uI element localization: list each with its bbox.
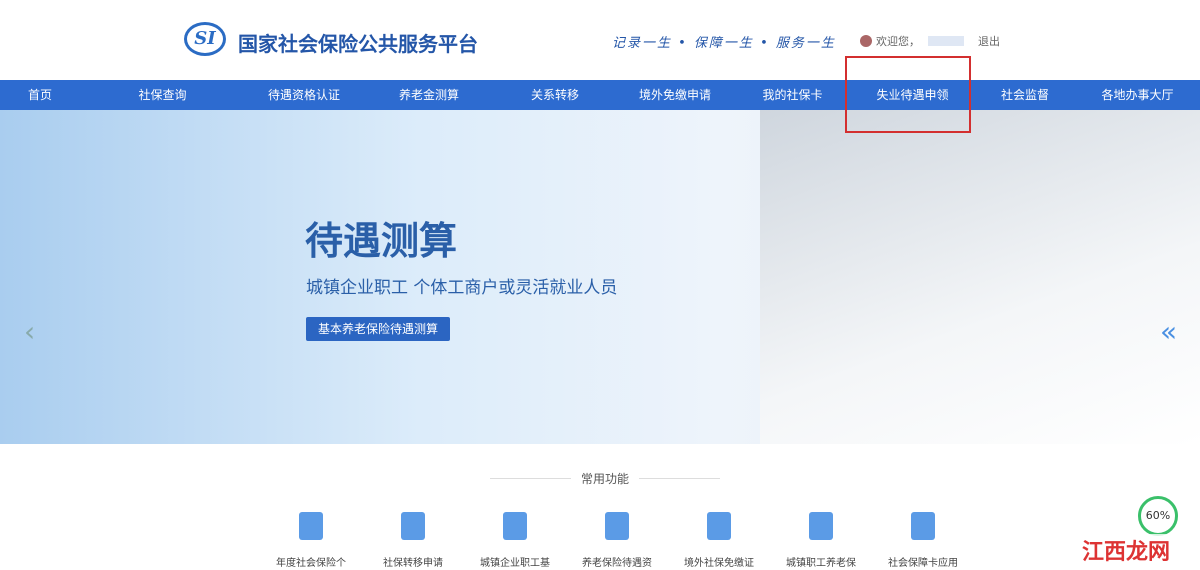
site-logo[interactable]: SI <box>184 22 226 56</box>
site-title[interactable]: 国家社会保险公共服务平台 <box>238 28 478 57</box>
form-edit-icon <box>401 512 425 540</box>
nav-home[interactable]: 首页 <box>0 80 80 110</box>
banner-image <box>760 110 1200 444</box>
func-item[interactable]: 城镇企业职工基 <box>464 512 566 569</box>
id-card-icon <box>503 512 527 540</box>
common-functions-title: 常用功能 <box>570 472 639 486</box>
banner-subtitle: 城镇企业职工 个体工商户或灵活就业人员 <box>306 278 618 298</box>
func-label: 养老保险待遇资 <box>582 558 652 569</box>
nav-service-halls[interactable]: 各地办事大厅 <box>1075 80 1200 110</box>
func-label: 城镇企业职工基 <box>480 558 550 569</box>
func-item[interactable]: 社会保障卡应用 <box>872 512 974 569</box>
user-info: 欢迎您， <box>860 33 964 49</box>
func-item[interactable]: 城镇职工养老保 <box>770 512 872 569</box>
clipboard-icon <box>707 512 731 540</box>
username-blurred <box>928 36 964 46</box>
slogan: 记录一生 • 保障一生 • 服务一生 <box>612 36 836 51</box>
header: SI 国家社会保险公共服务平台 记录一生 • 保障一生 • 服务一生 欢迎您， … <box>0 0 1200 80</box>
func-item[interactable]: 年度社会保险个 <box>260 512 362 569</box>
nav-pension-calc[interactable]: 养老金测算 <box>363 80 495 110</box>
card-icon <box>809 512 833 540</box>
banner-carousel[interactable]: 待遇测算 城镇企业职工 个体工商户或灵活就业人员 基本养老保险待遇测算 ‹ « <box>0 110 1200 444</box>
func-label: 社保转移申请 <box>383 558 443 569</box>
func-item[interactable]: 社保转移申请 <box>362 512 464 569</box>
func-label: 境外社保免缴证 <box>684 558 754 569</box>
social-card-icon <box>911 512 935 540</box>
banner-title: 待遇测算 <box>305 219 458 263</box>
func-item[interactable]: 养老保险待遇资 <box>566 512 668 569</box>
func-item[interactable]: 境外社保免缴证 <box>668 512 770 569</box>
prev-arrow-icon[interactable]: ‹ <box>24 315 35 348</box>
progress-gauge: 60% <box>1138 496 1178 536</box>
person-doc-icon <box>605 512 629 540</box>
watermark: 江西龙网 <box>1081 534 1170 566</box>
nav-my-card[interactable]: 我的社保卡 <box>735 80 850 110</box>
calendar-search-icon <box>299 512 323 540</box>
logout-link[interactable]: 退出 <box>978 33 1000 49</box>
highlight-box <box>845 56 971 133</box>
welcome-text: 欢迎您， <box>876 35 920 48</box>
nav-overseas[interactable]: 境外免缴申请 <box>615 80 735 110</box>
func-label: 城镇职工养老保 <box>786 558 856 569</box>
main-nav: 首页 社保查询 待遇资格认证 养老金测算 关系转移 境外免缴申请 我的社保卡 失… <box>0 80 1200 110</box>
func-label: 社会保障卡应用 <box>888 558 958 569</box>
nav-query[interactable]: 社保查询 <box>80 80 245 110</box>
common-functions-heading: 常用功能 <box>490 470 720 487</box>
common-functions: 年度社会保险个 社保转移申请 城镇企业职工基 养老保险待遇资 境外社保免缴证 城… <box>260 512 974 569</box>
next-arrow-icon[interactable]: « <box>1160 315 1177 348</box>
nav-transfer[interactable]: 关系转移 <box>495 80 615 110</box>
user-icon <box>860 35 872 47</box>
nav-qualification[interactable]: 待遇资格认证 <box>245 80 363 110</box>
nav-supervision[interactable]: 社会监督 <box>975 80 1075 110</box>
func-label: 年度社会保险个 <box>276 558 346 569</box>
pension-calc-button[interactable]: 基本养老保险待遇测算 <box>306 317 451 341</box>
